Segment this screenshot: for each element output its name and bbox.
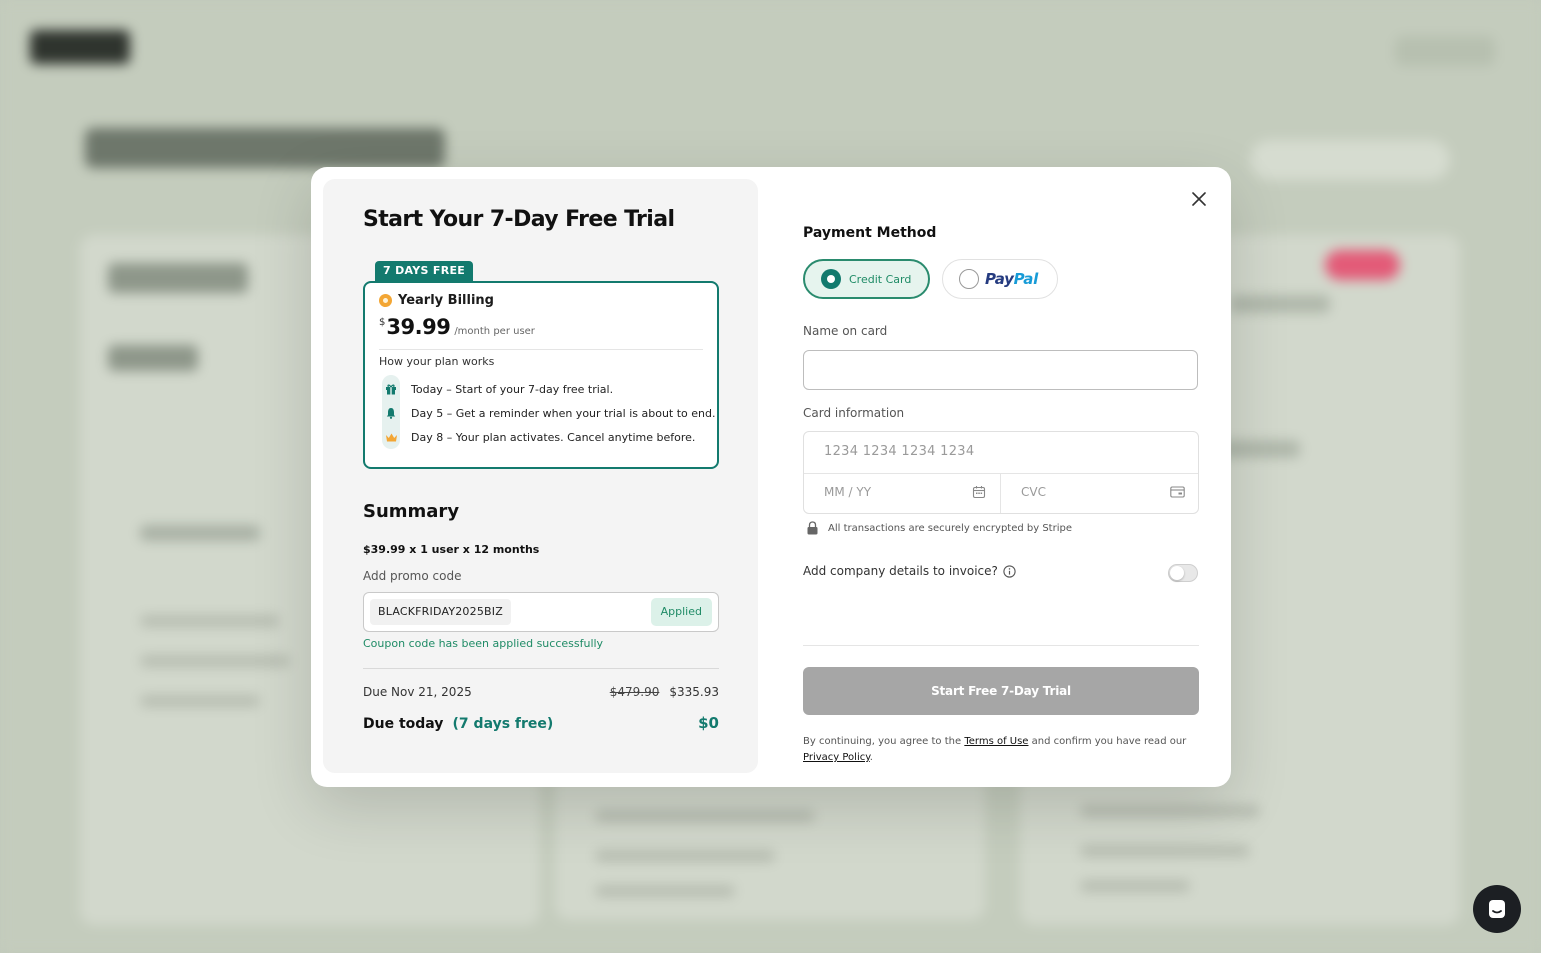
name-on-card-input[interactable] [803, 350, 1198, 390]
card-back-icon [1170, 486, 1185, 498]
due-today-row: Due today (7 days free) $0 [363, 713, 719, 732]
info-icon[interactable] [1003, 564, 1016, 578]
due-today-amount: $0 [698, 714, 719, 732]
original-price: $479.90 [609, 685, 660, 699]
summary-divider [363, 668, 719, 669]
start-trial-button[interactable]: Start Free 7-Day Trial [803, 667, 1199, 715]
coin-icon [379, 294, 392, 307]
due-prices: $479.90 $335.93 [610, 685, 719, 699]
chat-launcher-button[interactable] [1473, 885, 1521, 933]
price-row: $ 39.99 /month per user [379, 315, 535, 339]
card-divider [1000, 473, 1001, 513]
step-text: Day 5 – Get a reminder when your trial i… [411, 406, 716, 420]
credit-card-label: Credit Card [849, 272, 912, 286]
background-signin-button [1395, 36, 1495, 66]
discounted-price: $335.93 [669, 685, 719, 699]
payment-method-title: Payment Method [803, 225, 937, 241]
radio-selected-icon [821, 269, 841, 289]
payment-option-paypal[interactable]: PayPal [942, 259, 1058, 299]
price-currency: $ [379, 317, 386, 328]
bell-icon [379, 405, 403, 421]
company-details-row: Add company details to invoice? [803, 564, 1016, 578]
background-popular-badge [1325, 250, 1400, 280]
privacy-policy-link[interactable]: Privacy Policy [803, 752, 870, 763]
background-logo [30, 30, 130, 64]
timeline-step: Day 8 – Your plan activates. Cancel anyt… [379, 429, 695, 445]
name-on-card-label: Name on card [803, 324, 888, 338]
price-period: /month per user [454, 326, 535, 337]
step-text: Today – Start of your 7-day free trial. [411, 382, 614, 396]
company-details-label: Add company details to invoice? [803, 564, 998, 578]
plan-divider [379, 349, 703, 350]
card-information-label: Card information [803, 406, 905, 420]
promo-success-message: Coupon code has been applied successfull… [363, 637, 604, 650]
promo-code-chip: BLACKFRIDAY2025BIZ [370, 599, 511, 625]
toggle-knob [1170, 566, 1184, 580]
promo-code-input[interactable]: BLACKFRIDAY2025BIZ Applied [363, 592, 719, 632]
secure-text: All transactions are securely encrypted … [828, 522, 1072, 534]
card-cvc-input[interactable]: CVC [1021, 485, 1046, 499]
background-billing-toggle [1250, 140, 1450, 180]
due-today-label: Due today [363, 716, 444, 732]
close-icon [1192, 192, 1206, 206]
calendar-icon [972, 486, 986, 499]
modal-title: Start Your 7-Day Free Trial [363, 207, 675, 232]
legal-text: By continuing, you agree to the Terms of… [803, 736, 1187, 763]
terms-of-use-link[interactable]: Terms of Use [964, 736, 1028, 747]
card-divider [804, 473, 1198, 474]
secure-notice: All transactions are securely encrypted … [807, 521, 1072, 535]
billing-label: Yearly Billing [398, 293, 494, 308]
promo-label: Add promo code [363, 569, 462, 583]
due-today-sub: (7 days free) [452, 716, 554, 732]
gift-icon [379, 381, 403, 397]
plan-card: Yearly Billing $ 39.99 /month per user H… [363, 281, 719, 469]
step-text: Day 8 – Your plan activates. Cancel anyt… [411, 430, 696, 444]
timeline-step: Today – Start of your 7-day free trial. [379, 381, 613, 397]
due-date-label: Due Nov 21, 2025 [363, 685, 472, 699]
summary-line: $39.99 x 1 user x 12 months [363, 543, 540, 556]
card-information-group: 1234 1234 1234 1234 MM / YY CVC [803, 431, 1199, 514]
trial-modal: Start Your 7-Day Free Trial 7 DAYS FREE … [311, 167, 1231, 787]
radio-unselected-icon [959, 269, 979, 289]
card-number-input[interactable]: 1234 1234 1234 1234 [824, 444, 974, 459]
how-plan-works-label: How your plan works [379, 355, 495, 368]
paypal-logo: PayPal [985, 270, 1038, 288]
close-button[interactable] [1189, 189, 1209, 209]
summary-title: Summary [363, 501, 460, 522]
card-expiry-input[interactable]: MM / YY [824, 485, 871, 499]
promo-applied-button[interactable]: Applied [650, 598, 712, 626]
free-days-badge: 7 DAYS FREE [375, 261, 474, 281]
price-value: 39.99 [386, 315, 451, 339]
payment-option-credit-card[interactable]: Credit Card [803, 259, 930, 299]
crown-icon [379, 429, 403, 445]
lock-icon [807, 521, 818, 535]
background-headline [85, 128, 445, 168]
chat-icon [1489, 900, 1505, 918]
plan-summary-panel: Start Your 7-Day Free Trial 7 DAYS FREE … [323, 179, 758, 773]
form-divider [803, 645, 1199, 646]
billing-row: Yearly Billing [379, 293, 494, 308]
timeline-step: Day 5 – Get a reminder when your trial i… [379, 405, 716, 421]
due-date-row: Due Nov 21, 2025 $479.90 $335.93 [363, 685, 719, 699]
company-details-toggle[interactable] [1168, 564, 1198, 582]
